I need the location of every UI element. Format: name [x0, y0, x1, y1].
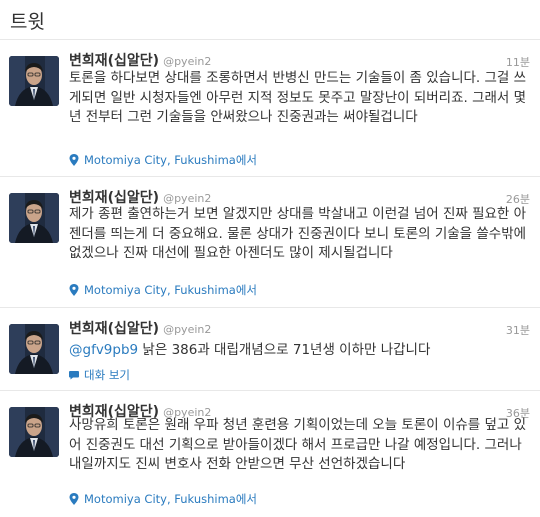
avatar[interactable] [9, 193, 59, 243]
author-name[interactable]: 변희재(십알단) [69, 190, 159, 206]
timeline-header: 트윗 [0, 0, 540, 40]
tweet-author[interactable]: 변희재(십알단) @pyein2 [69, 187, 211, 207]
tweet-location-link[interactable]: Motomiya City, Fukushima에서 [69, 152, 257, 168]
avatar[interactable] [9, 407, 59, 457]
tweet-author[interactable]: 변희재(십알단) @pyein2 [69, 318, 211, 338]
tweet-timestamp[interactable]: 11분 [506, 54, 530, 70]
tweet-text: 토론을 하다보면 상대를 조롱하면서 반병신 만드는 기술들이 좀 있습니다. … [69, 70, 527, 125]
tweet-item[interactable]: 변희재(십알단) @pyein2 36분 사망유희 토론은 원래 우파 청년 훈련… [0, 392, 540, 517]
author-name[interactable]: 변희재(십알단) [69, 321, 159, 337]
author-handle[interactable]: @pyein2 [163, 192, 211, 205]
tweet-location[interactable]: Motomiya City, Fukushima에서 [84, 491, 257, 507]
tweet-text: 제가 종편 출연하는거 보면 알겠지만 상대를 박살내고 이런걸 넘어 진짜 필… [69, 206, 527, 261]
avatar[interactable] [9, 56, 59, 106]
author-handle[interactable]: @pyein2 [163, 55, 211, 68]
tweet-item[interactable]: 변희재(십알단) @pyein2 11분 토론을 하다보면 상대를 조롱하면서 반… [0, 41, 540, 177]
avatar-photo [9, 324, 59, 374]
tweet-text: @gfv9pb9 낡은 386과 대립개념으로 71년생 이하만 나갑니다 [69, 341, 527, 361]
view-conversation-label[interactable]: 대화 보기 [84, 367, 130, 383]
tweet-item[interactable]: 변희재(십알단) @pyein2 26분 제가 종편 출연하는거 보면 알겠지만 … [0, 178, 540, 308]
author-handle[interactable]: @pyein2 [163, 323, 211, 336]
avatar[interactable] [9, 324, 59, 374]
tweet-mention[interactable]: @gfv9pb9 [69, 342, 138, 358]
avatar-photo [9, 193, 59, 243]
location-pin-icon [69, 493, 79, 505]
tweet-location[interactable]: Motomiya City, Fukushima에서 [84, 282, 257, 298]
tweet-location[interactable]: Motomiya City, Fukushima에서 [84, 152, 257, 168]
tweet-timestamp[interactable]: 31분 [506, 322, 530, 338]
location-pin-icon [69, 154, 79, 166]
avatar-photo [9, 56, 59, 106]
view-conversation-link[interactable]: 대화 보기 [69, 367, 130, 383]
timeline-title: 트윗 [10, 11, 45, 33]
tweet-location-link[interactable]: Motomiya City, Fukushima에서 [69, 491, 257, 507]
tweet-item[interactable]: 변희재(십알단) @pyein2 31분 @gfv9pb9 낡은 386과 대립개… [0, 309, 540, 391]
tweet-text-body: 낡은 386과 대립개념으로 71년생 이하만 나갑니다 [138, 342, 431, 358]
tweet-location-link[interactable]: Motomiya City, Fukushima에서 [69, 282, 257, 298]
tweet-text: 사망유희 토론은 원래 우파 청년 훈련용 기획이었는데 오늘 토론이 이슈를 … [69, 417, 527, 472]
avatar-photo [9, 407, 59, 457]
tweet-author[interactable]: 변희재(십알단) @pyein2 [69, 50, 211, 70]
author-name[interactable]: 변희재(십알단) [69, 53, 159, 69]
location-pin-icon [69, 284, 79, 296]
conversation-bubble-icon [69, 369, 79, 381]
